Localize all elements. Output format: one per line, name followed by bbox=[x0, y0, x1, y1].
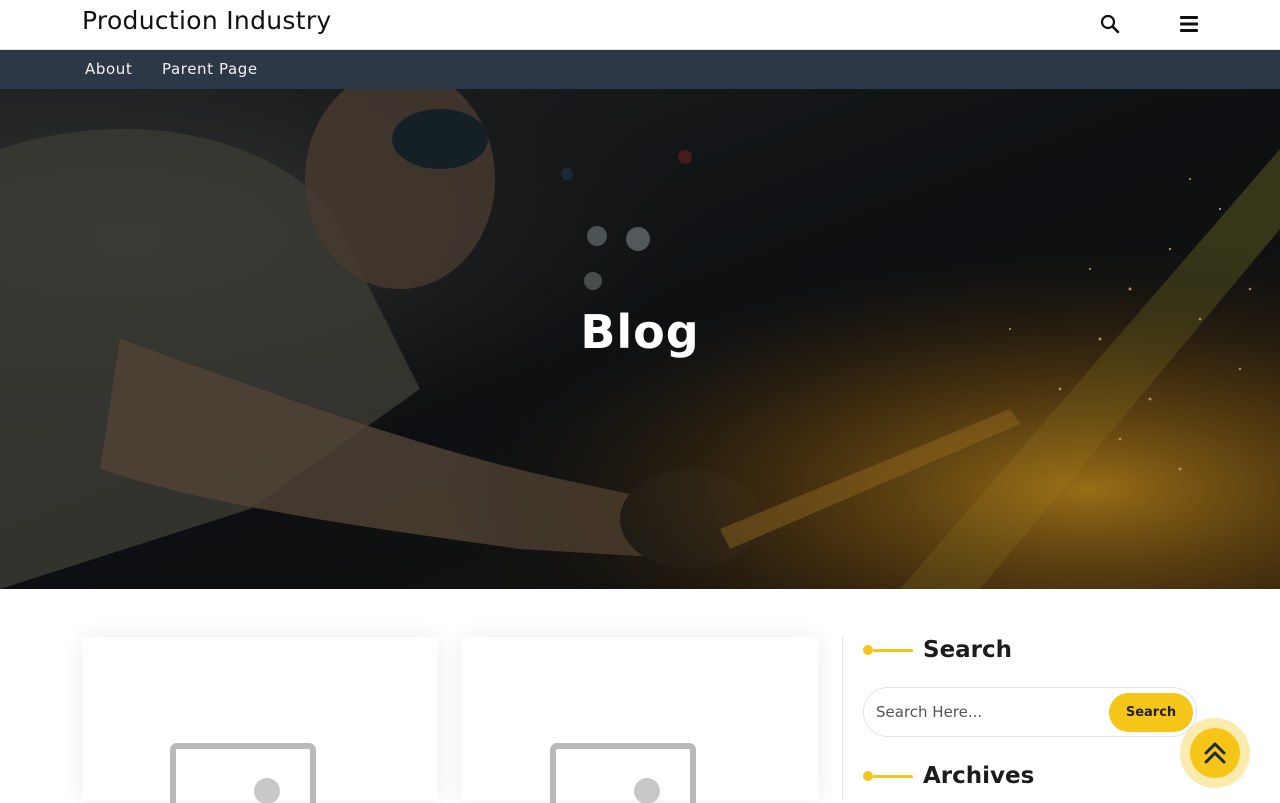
archives-widget-title: Archives bbox=[923, 763, 1035, 789]
nav-item-parent-page[interactable]: Parent Page bbox=[162, 60, 258, 78]
nav-item-about[interactable]: About bbox=[85, 60, 132, 78]
post-card[interactable] bbox=[462, 637, 818, 803]
sidebar-divider bbox=[842, 637, 843, 800]
post-card[interactable] bbox=[82, 637, 438, 803]
site-header: Production Industry bbox=[0, 0, 1280, 50]
heading-dot-icon bbox=[863, 771, 873, 781]
hamburger-menu-icon[interactable] bbox=[1177, 12, 1201, 36]
search-input[interactable] bbox=[876, 698, 1096, 726]
site-title[interactable]: Production Industry bbox=[82, 6, 332, 35]
placeholder-image-icon bbox=[170, 743, 316, 803]
search-widget-title: Search bbox=[923, 637, 1013, 663]
search-form: Search bbox=[863, 687, 1197, 737]
double-chevron-up-icon bbox=[1204, 742, 1226, 764]
main-nav: About Parent Page bbox=[0, 50, 1280, 89]
back-to-top-button[interactable] bbox=[1180, 718, 1250, 788]
search-icon[interactable] bbox=[1098, 12, 1122, 36]
heading-dot-icon bbox=[863, 645, 873, 655]
search-button[interactable]: Search bbox=[1109, 693, 1193, 732]
search-widget-heading: Search bbox=[863, 637, 1012, 663]
placeholder-image-icon bbox=[550, 743, 696, 803]
page-title: Blog bbox=[580, 305, 700, 359]
archives-widget-heading: Archives bbox=[863, 763, 1034, 789]
heading-line bbox=[873, 648, 913, 652]
heading-line bbox=[873, 774, 913, 778]
hero-banner: Blog bbox=[0, 89, 1280, 589]
